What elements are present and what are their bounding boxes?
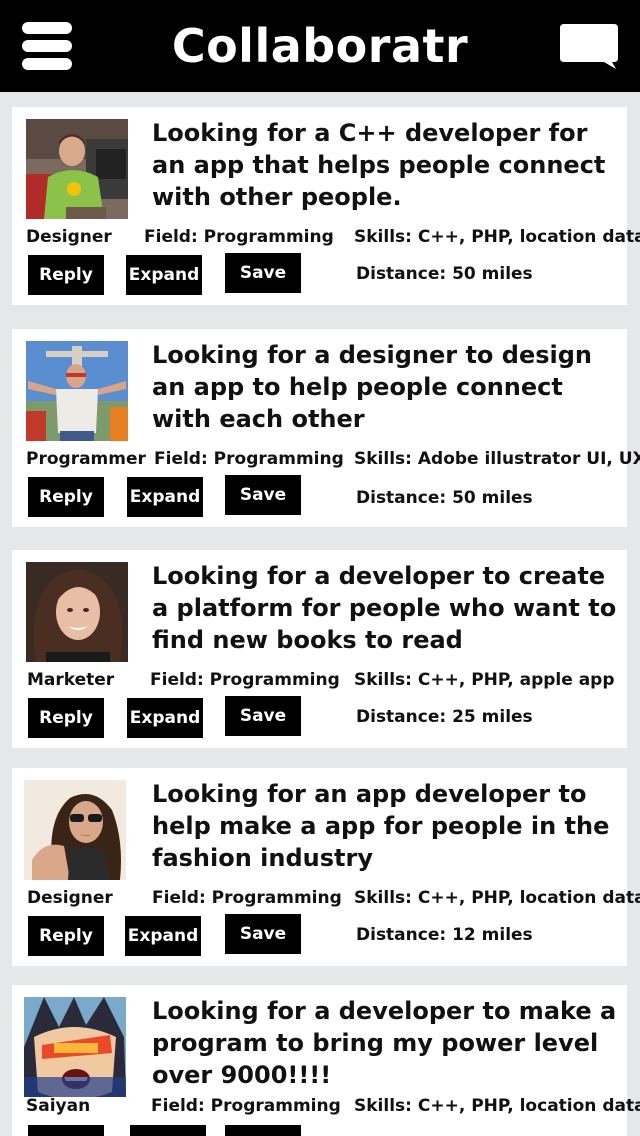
post-card: Looking for an app developer to help mak…: [12, 768, 640, 966]
avatar: [26, 341, 128, 441]
post-distance: Distance: 12 miles: [356, 925, 533, 945]
post-field: Field: Programming: [150, 670, 340, 690]
app-header: Collaboratr: [0, 0, 640, 92]
avatar: [26, 119, 128, 219]
reply-button[interactable]: Reply: [28, 255, 104, 295]
post-title: Looking for an app developer to help mak…: [152, 780, 610, 872]
save-button[interactable]: Save: [225, 696, 301, 736]
post-card: Looking for a C++ developer for an app t…: [12, 107, 640, 305]
post-field: Field: Programming: [144, 227, 334, 247]
post-role: Programmer: [26, 449, 146, 469]
reply-button[interactable]: Reply: [28, 1125, 104, 1136]
post-card: Looking for a developer to create a plat…: [12, 550, 627, 748]
post-skills: Skills: C++, PHP, location data: [354, 888, 640, 908]
post-skills: Skills: C++, PHP, location data: [354, 227, 640, 247]
post-distance: Distance: 50 miles: [356, 488, 533, 508]
chat-bubble-icon[interactable]: [558, 22, 620, 70]
post-skills: Skills: C++, PHP, location data: [354, 1096, 640, 1116]
post-field: Field: Programming: [154, 449, 344, 469]
post-field: Field: Programming: [152, 888, 342, 908]
post-card: Looking for a developer to make a progra…: [12, 985, 640, 1136]
avatar: [24, 997, 126, 1097]
avatar: [24, 780, 126, 880]
reply-button[interactable]: Reply: [28, 698, 104, 738]
avatar: [26, 562, 128, 662]
post-field: Field: Programming: [151, 1096, 341, 1116]
post-feed: Looking for a C++ developer for an app t…: [0, 92, 640, 1136]
save-button[interactable]: Save: [225, 253, 301, 293]
save-button[interactable]: Save: [225, 914, 301, 954]
app-title: Collaboratr: [171, 19, 469, 73]
save-button[interactable]: Save: [225, 1125, 301, 1136]
post-role: Designer: [27, 888, 113, 908]
post-role: Marketer: [27, 670, 115, 690]
post-title: Looking for a designer to design an app …: [152, 341, 593, 433]
reply-button[interactable]: Reply: [28, 916, 104, 956]
expand-button[interactable]: Expand: [130, 1125, 206, 1136]
post-role: Saiyan: [26, 1096, 91, 1116]
post-card: Looking for a designer to design an app …: [12, 329, 640, 527]
save-button[interactable]: Save: [225, 475, 301, 515]
post-skills: Skills: C++, PHP, apple app: [354, 670, 615, 690]
post-title: Looking for a developer to make a progra…: [152, 997, 617, 1089]
post-title: Looking for a developer to create a plat…: [152, 562, 617, 654]
expand-button[interactable]: Expand: [127, 698, 203, 738]
reply-button[interactable]: Reply: [28, 477, 104, 517]
expand-button[interactable]: Expand: [127, 477, 203, 517]
expand-button[interactable]: Expand: [125, 916, 201, 956]
post-role: Designer: [26, 227, 112, 247]
post-title: Looking for a C++ developer for an app t…: [152, 119, 606, 211]
post-skills: Skills: Adobe illustrator UI, UX: [354, 449, 640, 469]
expand-button[interactable]: Expand: [126, 255, 202, 295]
post-distance: Distance: 25 miles: [356, 707, 533, 727]
post-distance: Distance: 50 miles: [356, 264, 533, 284]
